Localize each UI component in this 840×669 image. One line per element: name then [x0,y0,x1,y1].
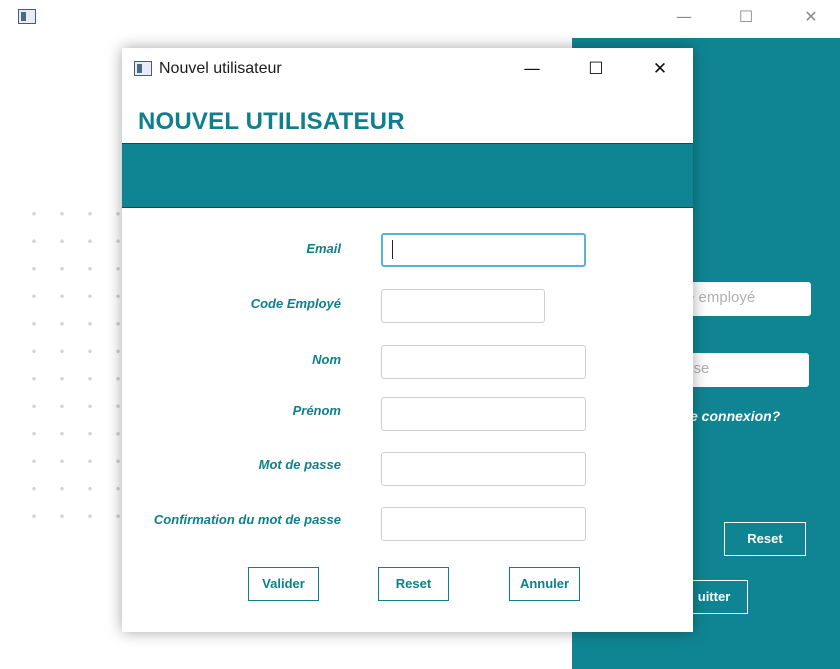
employee-code-field[interactable]: e employé [680,282,811,316]
reset-button[interactable]: Reset [724,522,806,556]
forgot-connection-link[interactable]: e connexion? [690,408,780,424]
close-icon[interactable]: ✕ [798,6,824,28]
password-confirm-label: Confirmation du mot de passe [153,512,341,527]
text-caret [392,240,393,259]
first-name-field[interactable] [381,397,586,431]
employee-code-field[interactable] [381,289,545,323]
reset-button[interactable]: Reset [378,567,449,601]
cancel-button[interactable]: Annuler [509,567,580,601]
password-field[interactable] [381,452,586,486]
email-label: Email [306,241,341,256]
app-window-icon [134,61,152,76]
password-field[interactable]: sse [680,353,809,387]
minimize-icon[interactable]: — [517,56,547,82]
password-confirm-field[interactable] [381,507,586,541]
minimize-icon[interactable]: — [671,6,697,28]
password-label: Mot de passe [258,457,341,472]
maximize-icon[interactable]: ☐ [733,6,759,28]
app-window-icon [18,9,36,24]
page-title: NOUVEL UTILISATEUR [138,108,405,135]
validate-button[interactable]: Valider [248,567,319,601]
close-icon[interactable]: ✕ [645,56,675,82]
maximize-icon[interactable]: ☐ [581,56,611,82]
last-name-label: Nom [312,352,341,367]
new-user-dialog: Nouvel utilisateur — ☐ ✕ NOUVEL UTILISAT… [122,48,693,632]
employee-code-label: Code Employé [250,296,341,311]
email-field[interactable] [381,233,586,267]
last-name-field[interactable] [381,345,586,379]
first-name-label: Prénom [292,403,341,418]
header-band [122,143,693,208]
dialog-title: Nouvel utilisateur [159,60,282,77]
decorative-dot-grid [20,200,120,520]
